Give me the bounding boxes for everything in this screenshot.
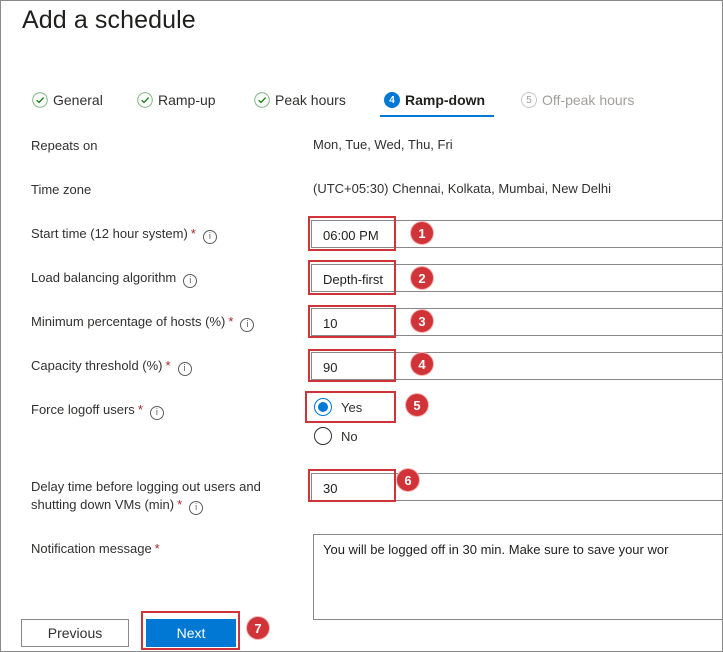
- required-marker: *: [190, 226, 196, 241]
- required-marker: *: [177, 497, 183, 512]
- callout-highlight: [308, 260, 396, 295]
- callout-highlight: [141, 611, 240, 650]
- repeats-on-label: Repeats on: [31, 138, 98, 153]
- callout-highlight: [308, 305, 396, 338]
- delay-time-label: Delay time before logging out users and …: [31, 479, 261, 515]
- required-marker: *: [165, 358, 171, 373]
- callout-badge: 4: [411, 353, 433, 375]
- callout-badge: 2: [411, 267, 433, 289]
- time-zone-label: Time zone: [31, 182, 92, 197]
- tab-general[interactable]: General: [32, 89, 103, 111]
- tab-ramp-down[interactable]: 4 Ramp-down: [384, 89, 485, 111]
- previous-button[interactable]: Previous: [21, 619, 129, 647]
- tab-peak-hours[interactable]: Peak hours: [254, 89, 346, 111]
- time-zone-value: (UTC+05:30) Chennai, Kolkata, Mumbai, Ne…: [313, 181, 612, 196]
- load-balancing-label: Load balancing algorithm i: [31, 269, 198, 288]
- tab-label: Peak hours: [275, 92, 346, 108]
- step-number-icon: 4: [384, 92, 400, 108]
- tab-label: General: [53, 92, 103, 108]
- check-circle-icon: [137, 92, 153, 108]
- notification-textarea[interactable]: You will be logged off in 30 min. Make s…: [313, 534, 723, 620]
- force-logoff-label: Force logoff users * i: [31, 401, 164, 420]
- check-circle-icon: [254, 92, 270, 108]
- callout-badge: 5: [406, 394, 428, 416]
- radio-unselected-icon: [314, 427, 332, 445]
- tab-ramp-up[interactable]: Ramp-up: [137, 89, 216, 111]
- required-marker: *: [154, 541, 160, 556]
- info-icon[interactable]: i: [177, 362, 192, 376]
- required-marker: *: [228, 314, 234, 329]
- required-marker: *: [137, 402, 143, 417]
- step-number-icon: 5: [521, 92, 537, 108]
- page-title: Add a schedule: [22, 6, 196, 34]
- radio-no[interactable]: No: [314, 427, 358, 445]
- callout-highlight: [305, 391, 396, 423]
- tab-label: Ramp-up: [158, 92, 216, 108]
- callout-highlight: [308, 469, 396, 502]
- active-tab-indicator: [380, 115, 494, 117]
- callout-badge: 1: [411, 222, 433, 244]
- callout-badge: 3: [411, 310, 433, 332]
- check-circle-icon: [32, 92, 48, 108]
- callout-highlight: [308, 216, 396, 251]
- info-icon[interactable]: i: [189, 501, 204, 515]
- info-icon[interactable]: i: [183, 274, 198, 288]
- notification-label: Notification message *: [31, 541, 160, 556]
- start-time-label: Start time (12 hour system) * i: [31, 225, 217, 244]
- info-icon[interactable]: i: [202, 230, 217, 244]
- callout-badge: 6: [397, 469, 419, 491]
- callout-highlight: [308, 349, 396, 382]
- tab-label: Off-peak hours: [542, 92, 635, 108]
- info-icon[interactable]: i: [149, 406, 164, 420]
- info-icon[interactable]: i: [240, 318, 255, 332]
- capacity-threshold-label: Capacity threshold (%) * i: [31, 357, 192, 376]
- min-hosts-label: Minimum percentage of hosts (%) * i: [31, 313, 255, 332]
- tab-off-peak-hours: 5 Off-peak hours: [521, 89, 634, 111]
- tab-label: Ramp-down: [405, 92, 486, 108]
- callout-badge: 7: [247, 617, 269, 639]
- repeats-on-value: Mon, Tue, Wed, Thu, Fri: [313, 137, 453, 152]
